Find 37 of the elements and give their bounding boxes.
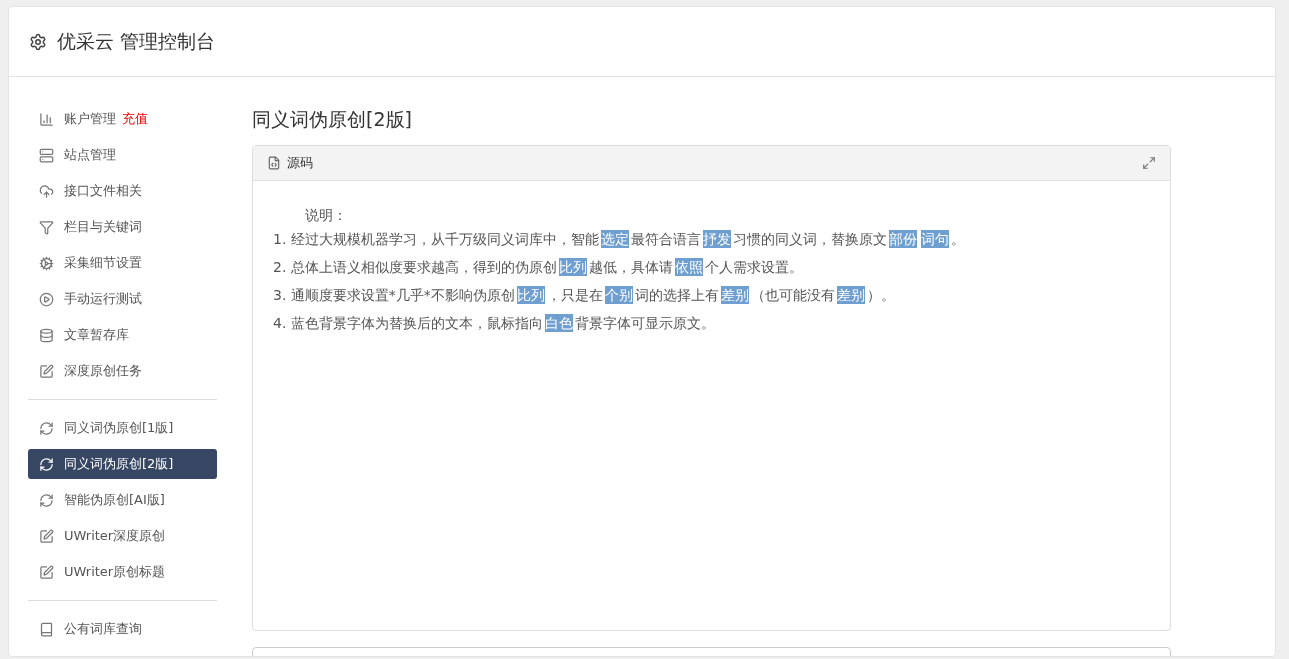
sidebar-label: 账户管理	[64, 110, 116, 128]
page-title: 同义词伪原创[2版]	[252, 107, 413, 132]
sidebar-label: 接口文件相关	[64, 182, 142, 200]
sidebar-label: 文章暂存库	[64, 326, 129, 344]
sidebar-label: 手动运行测试	[64, 290, 142, 308]
sidebar-label: 深度原创任务	[64, 362, 142, 380]
sidebar-item[interactable]: 栏目与关键词	[28, 212, 217, 242]
sidebar-item[interactable]: UWriter原创标题	[28, 557, 217, 587]
recharge-link[interactable]: 充值	[122, 110, 148, 128]
instruction-line: 3. 通顺度要求设置*几乎*不影响伪原创 比列，只是在个别 词的选择上有差别（也可能没有差别）。	[273, 285, 896, 306]
sidebar-item[interactable]: 站点管理	[28, 140, 217, 170]
sidebar-item[interactable]: 同义词伪原创[2版]	[28, 449, 217, 479]
sidebar-label: UWriter原创标题	[64, 563, 166, 581]
sidebar-item[interactable]: 公有词库查询	[28, 614, 217, 644]
sidebar-item[interactable]: 智能伪原创[AI版]	[28, 485, 217, 515]
sidebar-item[interactable]: 接口文件相关	[28, 176, 217, 206]
sidebar-item[interactable]: 深度原创任务	[28, 356, 217, 386]
sidebar-label: UWriter深度原创	[64, 527, 166, 545]
sidebar-item[interactable]: 手动运行测试	[28, 284, 217, 314]
instruction-line: 1. 经过大规模机器学习，从千万级同义词库中，智能选定 最符合语言抒发 习惯的同义词，替换原文 部份 词句。	[273, 229, 966, 250]
sidebar-item[interactable]: 采集细节设置	[28, 248, 217, 278]
sidebar-item[interactable]: 账户管理 充值	[28, 104, 217, 134]
instruction-line: 4. 蓝色背景字体为替换后的文本，鼠标指向 白色背景字体可显示原文。	[273, 313, 716, 334]
sidebar-label: 站点管理	[64, 146, 116, 164]
sidebar-label: 公有词库查询	[64, 620, 142, 638]
intro-text: 说明：	[304, 206, 348, 225]
panel-tab[interactable]: 源码	[287, 154, 313, 172]
sidebar-item[interactable]: 文章暂存库	[28, 320, 217, 350]
sidebar-item[interactable]: 同义词伪原创[1版]	[28, 413, 217, 443]
sidebar-label: 同义词伪原创[1版]	[64, 419, 174, 437]
sidebar-label: 同义词伪原创[2版]	[64, 455, 174, 473]
sidebar-label: 栏目与关键词	[64, 218, 142, 236]
sidebar-label: 智能伪原创[AI版]	[64, 491, 165, 509]
sidebar-label: 采集细节设置	[64, 254, 142, 272]
console-title: 优采云 管理控制台	[57, 28, 216, 54]
instruction-line: 2. 总体上语义相似度要求越高，得到的伪原创 比列 越低，具体请依照 个人需求设置。	[273, 257, 804, 278]
sidebar-item[interactable]: UWriter深度原创	[28, 521, 217, 551]
